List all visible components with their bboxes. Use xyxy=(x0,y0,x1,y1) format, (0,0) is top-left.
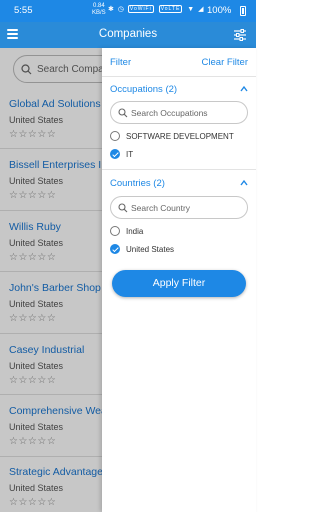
signal-icon: ◢ xyxy=(198,6,205,13)
chevron-up-icon[interactable] xyxy=(240,179,248,187)
radio-unselected[interactable] xyxy=(110,226,120,236)
page-title: Companies xyxy=(98,28,158,40)
search-icon xyxy=(118,108,128,118)
clear-filter-button[interactable]: Clear Filter xyxy=(202,57,248,68)
network-speed-value: 0.84 xyxy=(93,3,105,9)
country-search-placeholder: Search Country xyxy=(131,203,191,213)
drawer-scrim[interactable] xyxy=(0,48,102,512)
app-bar: Companies xyxy=(0,22,256,48)
divider xyxy=(102,169,256,170)
occupation-option[interactable]: IT xyxy=(110,149,133,159)
alarm-icon: ◷ xyxy=(117,6,125,13)
network-speed: 0.84 KB/S xyxy=(92,3,106,17)
radio-unselected[interactable] xyxy=(110,131,120,141)
network-speed-unit: KB/S xyxy=(92,10,106,16)
country-option-label: India xyxy=(126,226,144,236)
country-option-label: United States xyxy=(126,244,175,254)
divider xyxy=(102,76,256,77)
volte-badge: VoLTE xyxy=(158,5,183,14)
vowifi-badge: VoWiFi xyxy=(127,5,154,14)
filter-panel: Filter Clear Filter Occupations (2) Sear… xyxy=(102,48,256,512)
country-search-input[interactable]: Search Country xyxy=(110,196,248,219)
status-icons: ✱ ◷ VoWiFi VoLTE ▼ ◢ xyxy=(108,5,205,14)
battery-percent: 100% xyxy=(207,5,232,16)
status-bar: 5:55 0.84 KB/S ✱ ◷ VoWiFi VoLTE ▼ ◢ 100% xyxy=(0,0,256,22)
radio-selected[interactable] xyxy=(110,244,120,254)
apply-filter-button[interactable]: Apply Filter xyxy=(112,270,246,297)
occupation-option-label: SOFTWARE DEVELOPMENT xyxy=(126,131,234,141)
bluetooth-icon: ✱ xyxy=(108,6,115,13)
occupations-section-title[interactable]: Occupations (2) xyxy=(110,84,177,95)
occupation-search-input[interactable]: Search Occupations xyxy=(110,101,248,124)
filter-header: Filter xyxy=(110,57,132,68)
battery-icon xyxy=(240,6,246,16)
search-icon xyxy=(118,203,128,213)
occupation-option[interactable]: SOFTWARE DEVELOPMENT xyxy=(110,131,234,141)
countries-section-title[interactable]: Countries (2) xyxy=(110,178,165,189)
status-time: 5:55 xyxy=(14,5,33,16)
country-option[interactable]: United States xyxy=(110,244,174,254)
country-option[interactable]: India xyxy=(110,226,143,236)
occupation-option-label: IT xyxy=(126,149,134,159)
wifi-icon: ▼ xyxy=(187,6,196,13)
chevron-up-icon[interactable] xyxy=(240,85,248,93)
sliders-icon[interactable] xyxy=(234,29,246,41)
radio-selected[interactable] xyxy=(110,149,120,159)
occupation-search-placeholder: Search Occupations xyxy=(131,108,208,118)
